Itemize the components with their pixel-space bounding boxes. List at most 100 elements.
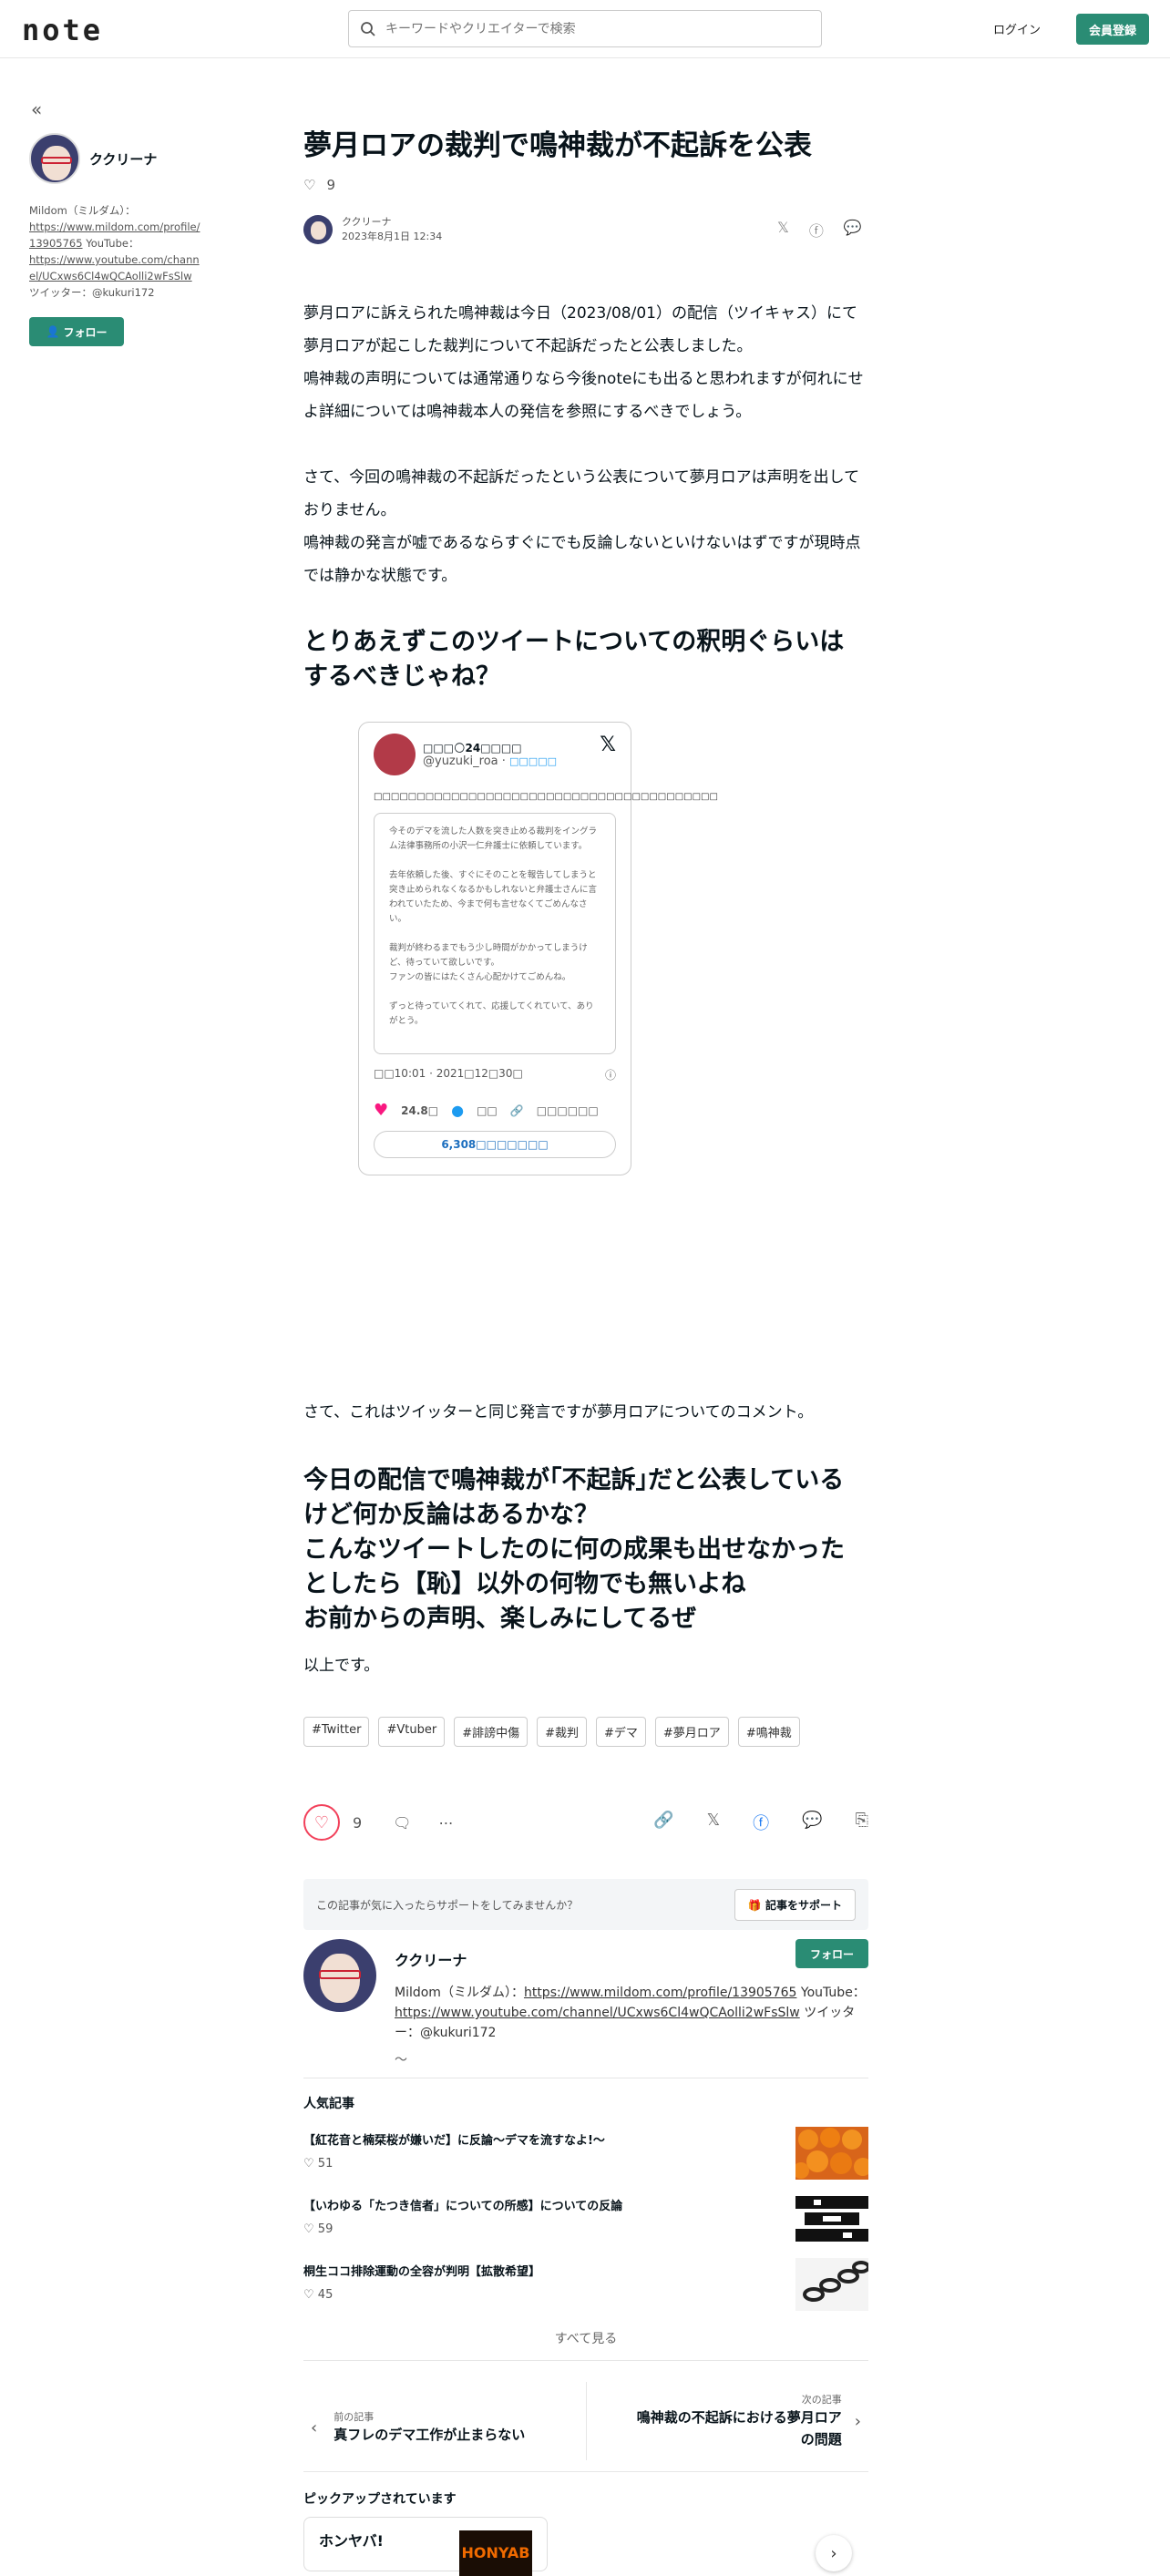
pickup-card[interactable]: ホンヤバ! HONYAB — [303, 2517, 548, 2576]
line-share-icon[interactable]: 💬 — [844, 219, 862, 241]
prev-title: 真フレのデマ工作が止まらない — [334, 2427, 526, 2443]
byline: ククリーナ 2023年8月1日 12:34 — [303, 215, 442, 244]
popular-title[interactable]: 【紅花音と楠栞桜が嫌いだ】に反論～デマを流すなよ!～ — [303, 2130, 868, 2148]
reply-icon[interactable]: ● — [451, 1102, 464, 1119]
hashtag[interactable]: #鳴神裁 — [737, 1717, 800, 1747]
sidebar-bio: Mildom（ミルダム）： https://www.mildom.com/pro… — [29, 202, 202, 301]
login-link[interactable]: ログイン — [993, 20, 1041, 37]
tweet-quote-image[interactable]: 今そのデマを流した人数を突き止める裁判をイングラム法律事務所の小沢一仁弁護士に依… — [374, 813, 616, 1054]
oranges-thumbnail[interactable] — [795, 2127, 868, 2180]
line-share-icon[interactable]: 💬 — [802, 1811, 822, 1834]
sidebar-author[interactable]: ククリーナ — [29, 133, 202, 184]
like-button[interactable]: ♡ — [303, 1804, 340, 1841]
profile-bio: Mildom（ミルダム）：https://www.mildom.com/prof… — [395, 1983, 868, 2043]
hashtag[interactable]: #裁判 — [537, 1717, 587, 1747]
search-input[interactable] — [385, 21, 805, 36]
more-icon[interactable]: ⋯ — [439, 1814, 454, 1832]
tweet-author-name[interactable]: □□□🌕24□□□□ — [423, 742, 557, 754]
popular-likes: ♡ 45 — [303, 2288, 334, 2302]
bio-text: ツイッター：@kukuri172 — [29, 286, 155, 299]
like-count: 45 — [317, 2288, 334, 2302]
popular-title[interactable]: 【いわゆる「たつき信者」についての所感】についての反論 — [303, 2196, 868, 2213]
paragraph: 鳴神裁の声明については通常通りなら今後noteにも出ると思われますが何れにせよ詳… — [303, 370, 864, 421]
facebook-share-icon[interactable]: ⓕ — [753, 1811, 769, 1834]
collapse-sidebar-icon[interactable]: « — [31, 98, 202, 120]
follow-label: フォロー — [63, 325, 108, 339]
bio-youtube-link[interactable]: https://www.youtube.com/channel/UCxws6Cl… — [29, 253, 200, 282]
bio-youtube-link[interactable]: https://www.youtube.com/channel/UCxws6Cl… — [395, 2006, 800, 2020]
next-title: 鳴神裁の不起訴における夢月ロア の問題 — [637, 2407, 842, 2450]
link-icon[interactable]: 🔗 — [510, 1104, 524, 1117]
tweet-handle: @yuzuki_roa · — [423, 754, 510, 768]
avatar[interactable] — [303, 215, 333, 244]
carousel-next-button[interactable]: › — [816, 2535, 852, 2571]
popular-article[interactable]: 【いわゆる「たつき信者」についての所感】についての反論 ♡ 59 — [303, 2192, 868, 2245]
prev-article-link[interactable]: ‹ 前の記事 真フレのデマ工作が止まらない — [303, 2395, 586, 2460]
paragraph: 夢月ロアに訴えられた鳴神裁は今日（2023/08/01）の配信（ツイキャス）にて… — [303, 304, 857, 355]
link-copy-icon[interactable]: 🔗 — [653, 1811, 673, 1834]
popular-article[interactable]: 【紅花音と楠栞桜が嫌いだ】に反論～デマを流すなよ!～ ♡ 51 — [303, 2127, 868, 2180]
tweet-replies-button[interactable]: 6,308□□□□□□□ — [374, 1131, 616, 1158]
hashtag[interactable]: #Twitter — [303, 1717, 370, 1747]
site-header: note ログイン 会員登録 — [0, 0, 1170, 58]
sidebar-author-name[interactable]: ククリーナ — [89, 149, 157, 169]
popular-heading: 人気記事 — [303, 2097, 354, 2111]
hashtag[interactable]: #夢月ロア — [654, 1717, 729, 1747]
chains-thumbnail[interactable] — [795, 2258, 868, 2311]
pickup-heading: ピックアップされています — [303, 2492, 457, 2507]
byline-author[interactable]: ククリーナ — [342, 215, 442, 230]
tweet-copy-label: □□□□□□ — [536, 1103, 599, 1117]
x-logo-icon[interactable]: 𝕏 — [600, 734, 616, 756]
heart-icon: ♡ — [313, 1812, 330, 1832]
register-button[interactable]: 会員登録 — [1076, 14, 1149, 45]
heart-icon: ♡ — [303, 177, 316, 193]
rss-icon[interactable]: 〜 — [395, 2050, 868, 2068]
next-article-link[interactable]: 次の記事 鳴神裁の不起訴における夢月ロア の問題 › — [586, 2382, 868, 2460]
embedded-tweet[interactable]: □□□🌕24□□□□ @yuzuki_roa · □□□□□ 𝕏 □□□□□□□… — [358, 722, 718, 1175]
next-title-line: 鳴神裁の不起訴における夢月ロア — [636, 2409, 842, 2426]
like-summary[interactable]: ♡ 9 — [303, 177, 335, 193]
popular-article[interactable]: 桐生ココ排除運動の全容が判明【拡散希望】 ♡ 45 — [303, 2258, 868, 2311]
next-label: 次の記事 — [801, 2394, 842, 2406]
follow-button[interactable]: フォロー — [795, 1939, 868, 1968]
facebook-share-icon[interactable]: ⓕ — [809, 219, 824, 241]
x-share-icon[interactable]: 𝕏 — [777, 219, 789, 241]
section-heading: とりあえずこのツイートについての釈明ぐらいはするべきじゃね？ — [303, 628, 845, 691]
sidebar-follow-button[interactable]: 👤 フォロー — [29, 317, 124, 346]
hashtag[interactable]: #誹謗中傷 — [454, 1717, 529, 1747]
info-icon[interactable]: ⓘ — [605, 1067, 616, 1083]
hashtag[interactable]: #デマ — [596, 1717, 646, 1747]
tweet-follow-link[interactable]: □□□□□ — [509, 755, 557, 767]
author-profile: ククリーナ フォロー Mildom（ミルダム）：https://www.mild… — [303, 1939, 868, 2068]
heading-line: お前からの声明、楽しみにしてるぜ — [303, 1605, 697, 1633]
heart-icon[interactable]: ♥ — [374, 1101, 388, 1120]
embed-icon[interactable]: ⎘ — [856, 1811, 868, 1834]
share-top: 𝕏 ⓕ 💬 — [777, 219, 862, 241]
support-button[interactable]: 🎁 記事をサポート — [734, 1888, 856, 1921]
bio-text: Mildom（ミルダム）： — [395, 1986, 524, 2000]
chevron-left-icon: ‹ — [311, 2417, 318, 2437]
search-bar[interactable] — [348, 10, 822, 47]
avatar[interactable] — [29, 133, 80, 184]
hashtag-list: #Twitter #Vtuber #誹謗中傷 #裁判 #デマ #夢月ロア #鳴神… — [303, 1717, 800, 1747]
popular-likes: ♡ 51 — [303, 2157, 334, 2171]
article-actions: ♡ 9 🗨 ⋯ 🔗 𝕏 ⓕ 💬 ⎘ — [303, 1804, 868, 1841]
glitch-text-thumbnail[interactable] — [795, 2192, 868, 2245]
tweet-reply-label: □□ — [477, 1103, 498, 1117]
bio-mildom-link[interactable]: https://www.mildom.com/profile/13905765 — [524, 1986, 796, 2000]
see-all-link[interactable]: すべて見る — [303, 2329, 868, 2347]
add-user-icon: 👤 — [46, 325, 60, 338]
avatar[interactable] — [303, 1939, 376, 2012]
x-share-icon[interactable]: 𝕏 — [707, 1811, 721, 1834]
note-logo[interactable]: note — [22, 13, 103, 47]
tweet-time[interactable]: □□10:01 · 2021□12□30□ — [374, 1067, 523, 1083]
hashtag[interactable]: #Vtuber — [378, 1717, 446, 1747]
tweet-avatar[interactable] — [374, 734, 416, 775]
chevron-right-icon: › — [830, 2543, 837, 2563]
comment-icon[interactable]: 🗨 — [393, 1814, 411, 1832]
popular-title[interactable]: 桐生ココ排除運動の全容が判明【拡散希望】 — [303, 2262, 868, 2279]
section-heading: 今日の配信で鳴神裁が｢不起訴｣だと公表しているけど何か反論はあるかな？ こんなツ… — [303, 1463, 868, 1637]
gift-icon: 🎁 — [747, 1898, 765, 1912]
byline-date: 2023年8月1日 12:34 — [342, 231, 443, 242]
author-sidebar: « ククリーナ Mildom（ミルダム）： https://www.mildom… — [29, 98, 202, 346]
